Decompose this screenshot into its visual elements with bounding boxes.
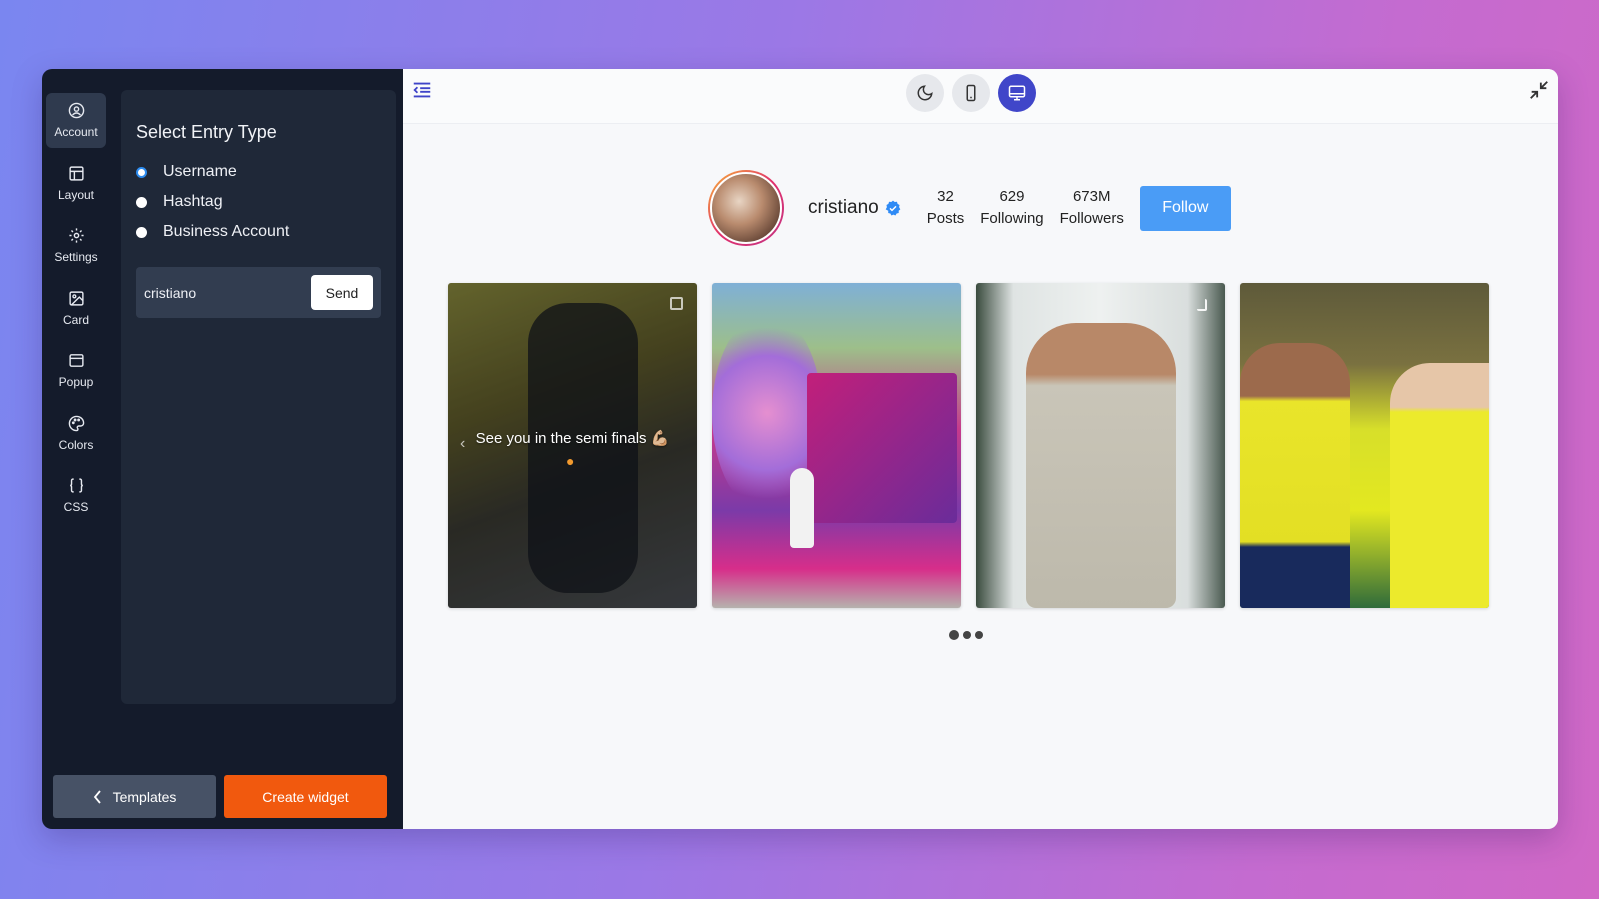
- radio-business-account[interactable]: Business Account: [136, 217, 381, 247]
- moon-icon: [917, 85, 933, 101]
- radio-hashtag[interactable]: Hashtag: [136, 187, 381, 217]
- pagination-dot[interactable]: [975, 631, 983, 639]
- menu-collapse-icon[interactable]: [411, 79, 433, 101]
- username-input[interactable]: [144, 284, 304, 301]
- radio-label: Business Account: [163, 223, 290, 240]
- username-text: cristiano: [808, 197, 879, 218]
- view-mode-group: [906, 74, 1036, 112]
- verified-badge-icon: [885, 200, 901, 216]
- nav-item-label: Settings: [54, 250, 98, 264]
- nav-rail: Account Layout Settings Card Popup Color…: [46, 93, 106, 531]
- nav-item-label: Account: [54, 125, 98, 139]
- nav-item-settings[interactable]: Settings: [46, 218, 106, 273]
- profile-username: cristiano: [808, 197, 901, 219]
- post-card[interactable]: [1240, 283, 1489, 608]
- stat-posts: 32 Posts: [927, 186, 965, 230]
- profile-stats: 32 Posts 629 Following 673M Followers: [927, 186, 1124, 230]
- carousel-pagination: [949, 630, 983, 640]
- nav-item-layout[interactable]: Layout: [46, 156, 106, 211]
- templates-button[interactable]: Templates: [53, 775, 216, 818]
- minimize-icon[interactable]: [1528, 79, 1550, 101]
- avatar[interactable]: [708, 170, 784, 246]
- radio-button[interactable]: [136, 196, 147, 208]
- mobile-view-button[interactable]: [952, 74, 990, 112]
- post-image-figure: [790, 468, 814, 548]
- stat-label: Posts: [926, 210, 965, 227]
- editor-sidebar: Account Layout Settings Card Popup Color…: [42, 69, 403, 829]
- post-image-backdrop: [807, 373, 957, 523]
- preview-area: cristiano 32 Posts 629 Following 673M Fo…: [403, 69, 1558, 829]
- post-image-figure: [1240, 343, 1350, 608]
- radio-username[interactable]: Username: [136, 157, 381, 187]
- nav-item-label: CSS: [63, 500, 89, 514]
- popup-icon: [68, 354, 84, 367]
- nav-item-css[interactable]: CSS: [46, 468, 106, 523]
- stat-label: Following: [980, 210, 1044, 227]
- post-card[interactable]: [712, 283, 961, 608]
- nav-item-card[interactable]: Card: [46, 281, 106, 336]
- nav-item-account[interactable]: Account: [46, 93, 106, 148]
- stat-label: Followers: [1059, 210, 1124, 227]
- radio-button[interactable]: [136, 226, 147, 238]
- fire-icon: ●: [566, 453, 575, 469]
- entry-type-panel: Select Entry Type Username Hashtag Busin…: [121, 90, 396, 704]
- create-widget-button[interactable]: Create widget: [224, 775, 387, 818]
- palette-icon: [68, 415, 84, 431]
- chevron-left-icon: [93, 789, 101, 804]
- nav-item-colors[interactable]: Colors: [46, 406, 106, 461]
- stat-value: 673M: [1072, 188, 1111, 205]
- account-icon: [68, 102, 84, 119]
- dark-mode-button[interactable]: [906, 74, 944, 112]
- post-card[interactable]: ‹ See you in the semi finals 💪🏼 ●: [448, 283, 697, 608]
- post-caption: See you in the semi finals 💪🏼: [475, 430, 670, 447]
- nav-item-label: Popup: [58, 375, 94, 389]
- templates-label: Templates: [112, 788, 177, 805]
- entry-input-group: Send: [136, 267, 381, 318]
- image-icon: [68, 290, 84, 306]
- footer-actions: Templates Create widget: [53, 775, 387, 818]
- send-button[interactable]: Send: [311, 275, 373, 310]
- nav-item-label: Card: [62, 312, 89, 327]
- reel-icon: [1197, 299, 1207, 311]
- posts-grid: ‹ See you in the semi finals 💪🏼 ●: [448, 283, 1489, 608]
- gear-icon: [68, 228, 84, 243]
- preview-toolbar: [403, 69, 1558, 124]
- desktop-view-button[interactable]: [998, 74, 1036, 112]
- follow-button[interactable]: Follow: [1139, 185, 1231, 231]
- nav-item-label: Colors: [58, 437, 94, 452]
- desktop-icon: [1008, 85, 1026, 101]
- radio-button-checked[interactable]: [136, 166, 147, 178]
- stat-value: 32: [937, 188, 954, 205]
- mobile-icon: [966, 84, 976, 102]
- carousel-icon: [670, 297, 683, 310]
- radio-label: Username: [163, 163, 237, 180]
- layout-icon: [68, 165, 84, 181]
- stat-following: 629 Following: [980, 186, 1043, 230]
- pagination-dot-active[interactable]: [949, 630, 959, 640]
- post-image-figure: [1390, 363, 1489, 608]
- nav-item-popup[interactable]: Popup: [46, 343, 106, 398]
- post-image-figure: [1026, 323, 1176, 608]
- panel-title: Select Entry Type: [136, 122, 277, 142]
- pagination-dot[interactable]: [963, 631, 971, 639]
- braces-icon: [69, 478, 83, 493]
- app-window: Account Layout Settings Card Popup Color…: [42, 69, 1558, 829]
- post-card[interactable]: [976, 283, 1225, 608]
- stat-followers: 673M Followers: [1060, 186, 1124, 230]
- stat-value: 629: [999, 188, 1025, 205]
- profile-header: cristiano 32 Posts 629 Following 673M Fo…: [708, 170, 1231, 246]
- radio-label: Hashtag: [163, 193, 223, 210]
- nav-item-label: Layout: [57, 187, 95, 202]
- avatar-image: [710, 172, 782, 244]
